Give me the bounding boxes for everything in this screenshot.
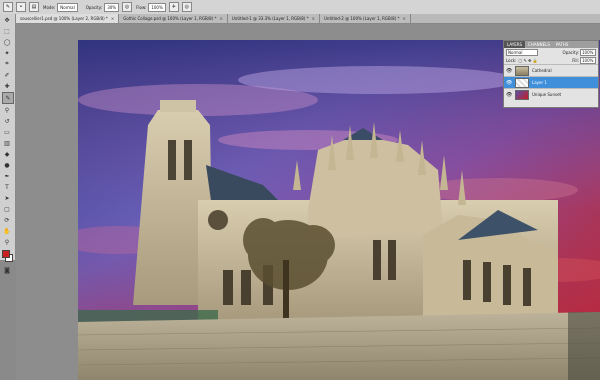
layers-panel-tabs: LAYERS CHANNELS PATHS: [504, 41, 598, 48]
flow-label: Flow:: [136, 4, 147, 10]
document-tab[interactable]: Gothic Collage.psd @ 100% (Layer 1, RGB/…: [119, 14, 228, 23]
lock-icons[interactable]: ▢ ✎ ✥ 🔒: [518, 58, 537, 63]
document-tab-bar: souscellier1.psd @ 100% (Layer 2, RGB/8)…: [16, 14, 600, 24]
foreground-color-swatch[interactable]: [2, 250, 10, 258]
lock-label: Lock:: [506, 57, 517, 63]
clone-stamp-tool-icon[interactable]: ⚲: [2, 105, 12, 115]
layer-thumbnail: [515, 65, 529, 76]
brush-tool-icon[interactable]: ✎: [2, 92, 14, 104]
layer-row[interactable]: 👁 Cathedral: [504, 64, 598, 76]
flow-field[interactable]: 100%: [148, 2, 166, 12]
tab-paths[interactable]: PATHS: [553, 41, 572, 48]
tab-label: Untitled-2 @ 100% (Layer 1, RGB/8) *: [324, 16, 400, 21]
close-icon[interactable]: ×: [312, 16, 315, 21]
move-tool-icon[interactable]: ✥: [2, 15, 12, 25]
path-select-tool-icon[interactable]: ➤: [2, 193, 12, 203]
dodge-tool-icon[interactable]: ●: [2, 160, 12, 170]
quick-select-tool-icon[interactable]: ✦: [2, 48, 12, 58]
tab-label: souscellier1.psd @ 100% (Layer 2, RGB/8)…: [20, 16, 108, 21]
pressure-size-icon[interactable]: ◎: [181, 2, 192, 12]
blur-tool-icon[interactable]: ◆: [2, 149, 12, 159]
healing-tool-icon[interactable]: ✚: [2, 81, 12, 91]
history-brush-tool-icon[interactable]: ↺: [2, 116, 12, 126]
brush-panel-icon[interactable]: ▤: [29, 2, 39, 12]
layer-row[interactable]: 👁 Unique Sunset: [504, 88, 598, 100]
layer-row[interactable]: 👁 Layer 1: [504, 76, 598, 88]
layer-name: Unique Sunset: [532, 92, 562, 97]
tab-label: Gothic Collage.psd @ 100% (Layer 1, RGB/…: [123, 16, 217, 21]
mode-label: Mode:: [43, 4, 56, 10]
close-icon[interactable]: ×: [402, 16, 405, 21]
blend-mode-dropdown[interactable]: Normal: [506, 48, 538, 56]
pressure-opacity-icon[interactable]: ◎: [122, 2, 133, 12]
fill-label: Fill:: [572, 57, 579, 63]
layer-name: Layer 1: [532, 80, 547, 85]
quick-mask-icon[interactable]: ◙: [2, 265, 12, 275]
hand-tool-icon[interactable]: ✋: [2, 226, 12, 236]
tab-channels[interactable]: CHANNELS: [525, 41, 553, 48]
gradient-tool-icon[interactable]: ▥: [2, 138, 12, 148]
shape-tool-icon[interactable]: ▢: [2, 204, 12, 214]
crop-tool-icon[interactable]: ⌗: [2, 59, 12, 69]
opacity-field[interactable]: 30%: [104, 2, 120, 12]
eye-icon[interactable]: 👁: [506, 68, 512, 74]
eye-icon[interactable]: 👁: [506, 80, 512, 86]
brush-tool-preset-icon[interactable]: ✎: [3, 2, 13, 12]
eye-icon[interactable]: 👁: [506, 92, 512, 98]
fill-field[interactable]: 100%: [580, 56, 596, 64]
layer-thumbnail: [515, 77, 529, 88]
layer-thumbnail: [515, 89, 529, 100]
zoom-tool-icon[interactable]: ⚲: [2, 237, 12, 247]
document-tab[interactable]: Untitled-1 @ 33.3% (Layer 1, RGB/8) * ×: [227, 14, 320, 23]
lasso-tool-icon[interactable]: ◯: [2, 37, 12, 47]
opacity-label: Opacity:: [85, 4, 103, 10]
tab-label: Untitled-1 @ 33.3% (Layer 1, RGB/8) *: [231, 16, 309, 21]
layers-panel: LAYERS CHANNELS PATHS Normal Opacity: 10…: [503, 40, 599, 108]
pen-tool-icon[interactable]: ✒: [2, 171, 12, 181]
document-tab[interactable]: Untitled-2 @ 100% (Layer 1, RGB/8) * ×: [320, 14, 411, 23]
document-tab[interactable]: souscellier1.psd @ 100% (Layer 2, RGB/8)…: [16, 14, 120, 23]
tab-layers[interactable]: LAYERS: [504, 41, 526, 48]
layer-name: Cathedral: [532, 68, 552, 73]
layer-opacity-field[interactable]: 100%: [580, 48, 596, 56]
airbrush-icon[interactable]: ✈: [168, 2, 179, 12]
type-tool-icon[interactable]: T: [2, 182, 12, 192]
brush-size-icon[interactable]: •: [16, 2, 26, 12]
marquee-tool-icon[interactable]: ⬚: [2, 26, 12, 36]
tools-panel: ✥ ⬚ ◯ ✦ ⌗ ✐ ✚ ✎ ⚲ ↺ ▭ ▥ ◆ ● ✒ T ➤ ▢ ⟳ ✋ …: [0, 14, 16, 274]
options-bar: ✎ • ▤ Mode: Normal Opacity: 30% ◎ Flow: 100…: [0, 0, 600, 15]
layer-opacity-label: Opacity:: [562, 49, 579, 55]
close-icon[interactable]: ×: [220, 16, 223, 21]
close-icon[interactable]: ×: [111, 16, 114, 21]
eyedropper-tool-icon[interactable]: ✐: [2, 70, 12, 80]
3d-rotate-tool-icon[interactable]: ⟳: [2, 215, 12, 225]
mode-dropdown[interactable]: Normal: [57, 2, 78, 12]
eraser-tool-icon[interactable]: ▭: [2, 127, 12, 137]
